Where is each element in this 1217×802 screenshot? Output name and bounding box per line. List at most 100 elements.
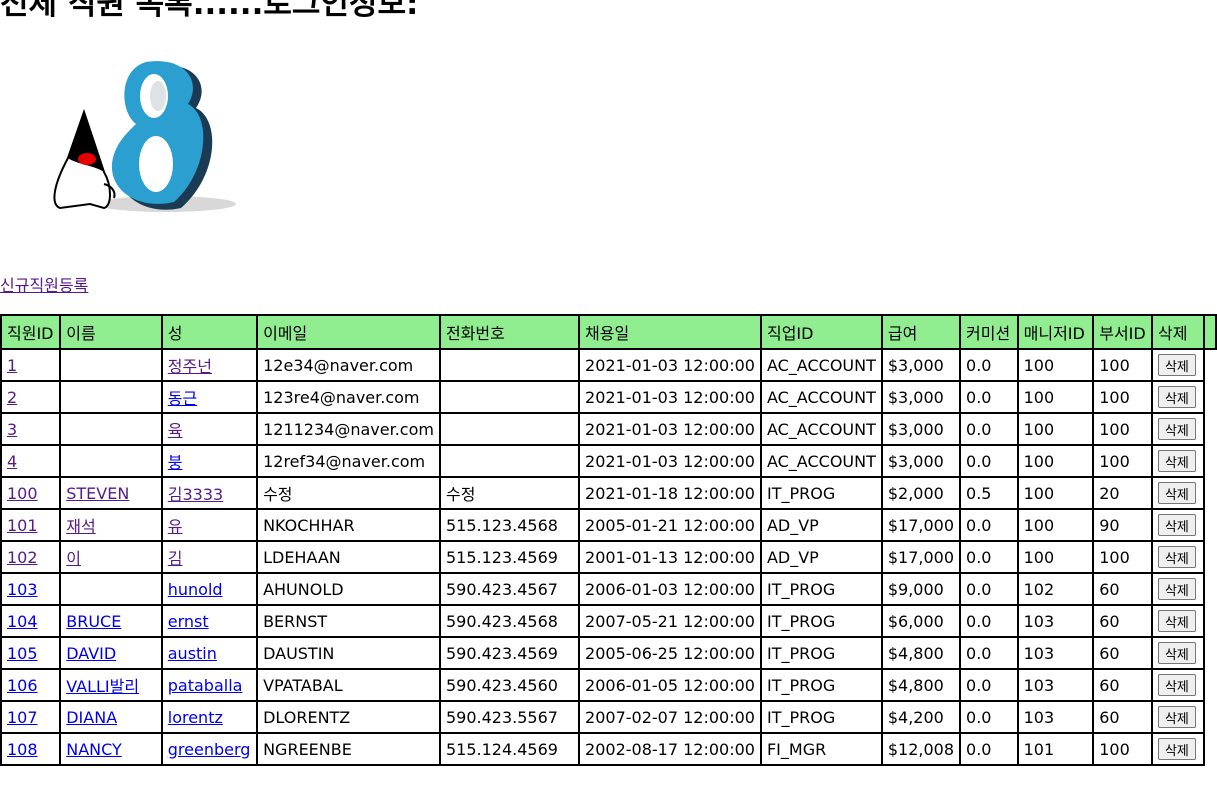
cell-comm: 0.0	[959, 700, 1019, 734]
cell-hire: 2006-01-03 12:00:00	[578, 572, 762, 606]
delete-button[interactable]: 삭제	[1157, 610, 1196, 632]
cell-first	[59, 572, 163, 606]
cell-first: DAVID	[59, 636, 163, 670]
cell-delete: 삭제	[1150, 604, 1205, 638]
cell-mgr: 100	[1016, 380, 1095, 414]
last-name-link[interactable]: austin	[168, 644, 217, 663]
new-employee-register-link[interactable]: 신규직원등록	[0, 272, 88, 296]
cell-salary: $2,000	[880, 476, 962, 510]
cell-email: DAUSTIN	[256, 636, 441, 670]
first-name-link[interactable]: DAVID	[66, 644, 116, 663]
cell-mgr: 100	[1016, 412, 1095, 446]
last-name-link[interactable]: 정주넌	[168, 357, 212, 376]
delete-button[interactable]: 삭제	[1157, 514, 1196, 536]
cell-last: 유	[160, 508, 259, 542]
column-header: 성	[160, 314, 259, 350]
employee-id-link[interactable]: 1	[7, 356, 17, 375]
delete-button[interactable]: 삭제	[1157, 738, 1196, 760]
first-name-link[interactable]: 재석	[66, 517, 95, 536]
cell-delete: 삭제	[1150, 348, 1205, 382]
delete-button[interactable]: 삭제	[1157, 450, 1196, 472]
last-name-link[interactable]: pataballa	[168, 676, 243, 695]
last-name-link[interactable]: 붕	[168, 453, 183, 472]
employee-id-link[interactable]: 103	[7, 580, 38, 599]
cell-hire: 2005-06-25 12:00:00	[578, 636, 762, 670]
first-name-link[interactable]: NANCY	[66, 740, 122, 759]
last-name-link[interactable]: ernst	[168, 612, 209, 631]
cell-id: 103	[0, 572, 62, 606]
cell-email: AHUNOLD	[256, 572, 441, 606]
cell-dept: 60	[1092, 700, 1153, 734]
last-name-link[interactable]: 김	[168, 549, 183, 568]
employee-id-link[interactable]: 101	[7, 516, 38, 535]
employee-id-link[interactable]: 106	[7, 676, 38, 695]
first-name-link[interactable]: STEVEN	[66, 484, 129, 503]
cell-comm: 0.0	[959, 572, 1019, 606]
cell-phone: 515.123.4568	[438, 508, 581, 542]
cell-dept: 100	[1092, 444, 1153, 478]
cell-last: 김	[160, 540, 259, 574]
cell-first: 재석	[59, 508, 163, 542]
cell-email: BERNST	[256, 604, 441, 638]
cell-salary: $3,000	[880, 444, 962, 478]
cell-delete: 삭제	[1150, 508, 1205, 542]
first-name-link[interactable]: VALLI발리	[66, 677, 139, 696]
employee-id-link[interactable]: 2	[7, 388, 17, 407]
cell-hire: 2021-01-03 12:00:00	[578, 444, 762, 478]
delete-button[interactable]: 삭제	[1157, 642, 1196, 664]
cell-id: 4	[0, 444, 62, 478]
cell-job: AD_VP	[759, 540, 883, 574]
cell-email: 123re4@naver.com	[256, 380, 441, 414]
cell-email: DLORENTZ	[256, 700, 441, 734]
cell-id: 2	[0, 380, 62, 414]
employee-id-link[interactable]: 105	[7, 644, 38, 663]
cell-last: ernst	[160, 604, 259, 638]
cell-mgr: 103	[1016, 636, 1095, 670]
cell-mgr: 103	[1016, 604, 1095, 638]
cell-phone: 590.423.4569	[438, 636, 581, 670]
first-name-link[interactable]: 이	[66, 549, 81, 568]
last-name-link[interactable]: 육	[168, 421, 183, 440]
cell-delete: 삭제	[1150, 668, 1205, 702]
column-header: 급여	[880, 314, 962, 350]
cell-job: IT_PROG	[759, 572, 883, 606]
delete-button[interactable]: 삭제	[1157, 546, 1196, 568]
last-name-link[interactable]: 동근	[168, 389, 197, 408]
cell-comm: 0.0	[959, 540, 1019, 574]
employee-id-link[interactable]: 104	[7, 612, 38, 631]
first-name-link[interactable]: DIANA	[66, 708, 117, 727]
employee-id-link[interactable]: 102	[7, 548, 38, 567]
last-name-link[interactable]: hunold	[168, 580, 223, 599]
delete-button[interactable]: 삭제	[1157, 418, 1196, 440]
delete-button[interactable]: 삭제	[1157, 674, 1196, 696]
employee-id-link[interactable]: 100	[7, 484, 38, 503]
cell-first	[59, 444, 163, 478]
last-name-link[interactable]: greenberg	[168, 740, 251, 759]
employee-id-link[interactable]: 4	[7, 452, 17, 471]
delete-button[interactable]: 삭제	[1157, 354, 1196, 376]
last-name-link[interactable]: 김3333	[168, 485, 223, 504]
employee-id-link[interactable]: 107	[7, 708, 38, 727]
cell-last: 김3333	[160, 476, 259, 510]
cell-phone: 590.423.4568	[438, 604, 581, 638]
cell-salary: $3,000	[880, 348, 962, 382]
delete-button[interactable]: 삭제	[1157, 482, 1196, 504]
cell-job: AC_ACCOUNT	[759, 348, 883, 382]
cell-mgr: 100	[1016, 444, 1095, 478]
cell-salary: $4,800	[880, 668, 962, 702]
last-name-link[interactable]: 유	[168, 517, 183, 536]
cell-first: 이	[59, 540, 163, 574]
cell-comm: 0.0	[959, 732, 1019, 766]
delete-button[interactable]: 삭제	[1157, 706, 1196, 728]
column-header: 커미션	[959, 314, 1019, 350]
delete-button[interactable]: 삭제	[1157, 578, 1196, 600]
last-name-link[interactable]: lorentz	[168, 708, 223, 727]
cell-salary: $4,800	[880, 636, 962, 670]
cell-job: AC_ACCOUNT	[759, 380, 883, 414]
cell-last: austin	[160, 636, 259, 670]
delete-button[interactable]: 삭제	[1157, 386, 1196, 408]
first-name-link[interactable]: BRUCE	[66, 612, 121, 631]
employee-id-link[interactable]: 108	[7, 740, 38, 759]
employee-id-link[interactable]: 3	[7, 420, 17, 439]
cell-job: IT_PROG	[759, 700, 883, 734]
